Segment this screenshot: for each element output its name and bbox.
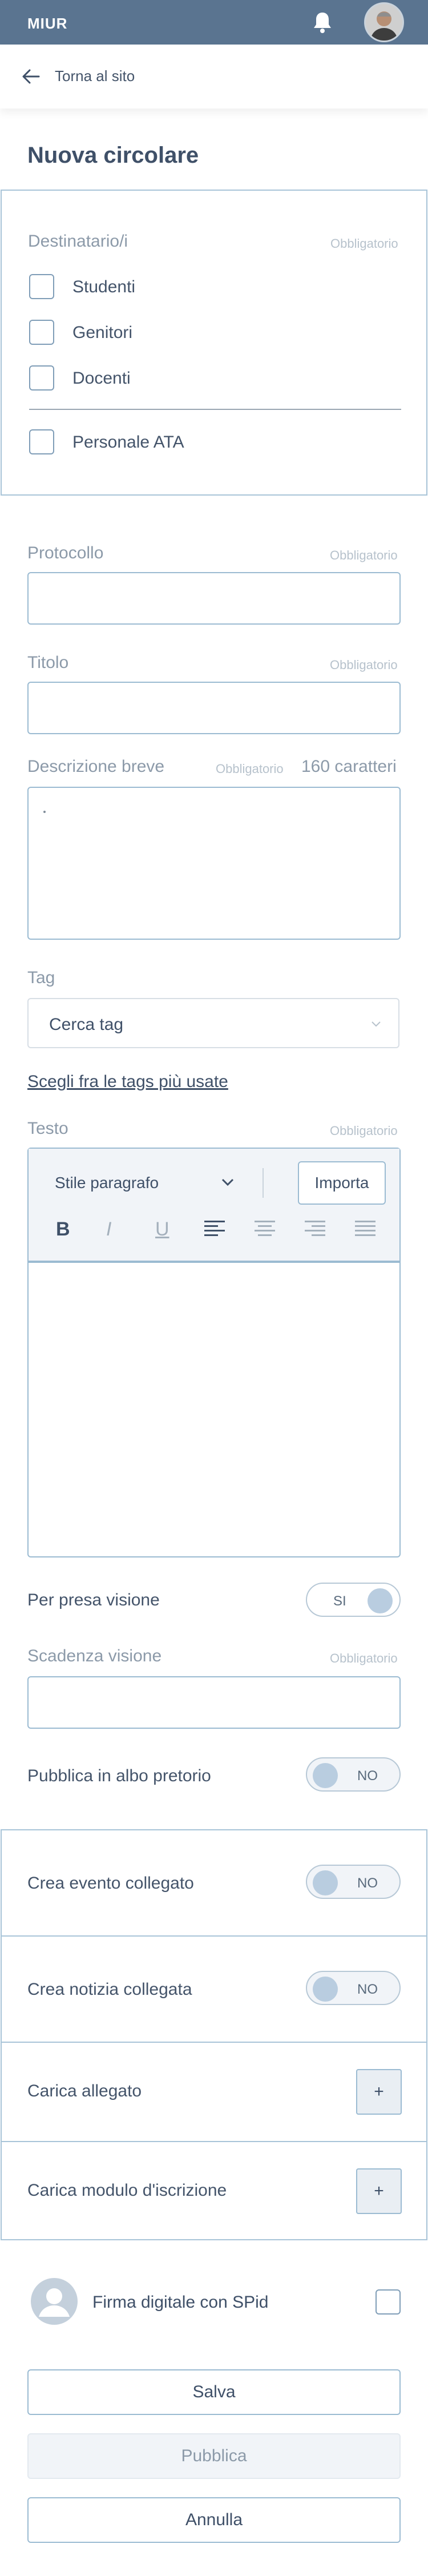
upload-form-button[interactable]: +	[356, 2168, 402, 2214]
required-note: Obbligatorio	[330, 548, 398, 562]
digital-signature-label: Firma digitale con SPid	[92, 2293, 269, 2312]
acknowledge-toggle[interactable]: SI	[306, 1583, 401, 1617]
toggle-state: NO	[357, 1982, 378, 1997]
albo-label: Pubblica in albo pretorio	[27, 1766, 211, 1785]
toggle-knob	[313, 1870, 338, 1895]
cancel-button[interactable]: Annulla	[27, 2497, 401, 2543]
back-nav[interactable]: Torna al sito	[0, 45, 428, 108]
page-title: Nuova circolare	[27, 143, 199, 168]
user-avatar-icon	[31, 2278, 78, 2325]
event-label: Crea evento collegato	[27, 1874, 194, 1893]
digital-signature-checkbox[interactable]	[375, 2289, 401, 2315]
enrollment-form-label: Carica modulo d'iscrizione	[27, 2181, 227, 2200]
recipients-label: Destinatario/i	[28, 232, 128, 251]
brand-label: MIUR	[27, 15, 68, 32]
news-label: Crea notizia collegata	[27, 1980, 192, 1999]
checkbox[interactable]	[29, 365, 54, 391]
import-button[interactable]: Importa	[298, 1161, 386, 1205]
divider	[263, 1168, 264, 1198]
align-left-icon[interactable]	[202, 1215, 227, 1240]
toggle-knob	[313, 1977, 338, 2002]
checkbox[interactable]	[29, 320, 54, 345]
publish-button[interactable]: Pubblica	[27, 2433, 401, 2479]
checkbox[interactable]	[29, 274, 54, 299]
char-counter: 160 caratteri	[301, 757, 397, 776]
required-note: Obbligatorio	[216, 762, 284, 776]
recipient-option-label: Studenti	[72, 277, 136, 296]
description-textarea[interactable]	[27, 787, 401, 940]
required-note: Obbligatorio	[330, 236, 398, 251]
required-note: Obbligatorio	[330, 1651, 398, 1665]
recipient-option-label: Genitori	[72, 323, 133, 342]
recipients-box: Destinatario/i Obbligatorio Studenti Gen…	[1, 190, 427, 496]
divider	[29, 409, 401, 410]
event-toggle[interactable]: NO	[306, 1865, 401, 1899]
chevron-down-icon[interactable]	[220, 1176, 235, 1189]
required-note: Obbligatorio	[330, 1124, 398, 1138]
text-cursor	[43, 811, 46, 813]
recipient-option-label: Personale ATA	[72, 433, 184, 452]
underline-icon[interactable]: U	[155, 1218, 169, 1241]
acknowledge-label: Per presa visione	[27, 1591, 160, 1609]
title-input[interactable]	[27, 682, 401, 734]
top-bar: MIUR	[0, 0, 428, 45]
text-label: Testo	[27, 1119, 68, 1138]
tag-select[interactable]: Cerca tag	[27, 998, 399, 1048]
required-note: Obbligatorio	[330, 658, 398, 672]
align-right-icon[interactable]	[302, 1215, 328, 1240]
tag-select-value: Cerca tag	[49, 1015, 124, 1034]
arrow-left-icon[interactable]	[21, 66, 41, 87]
save-button[interactable]: Salva	[27, 2369, 401, 2415]
align-justify-icon[interactable]	[353, 1215, 378, 1240]
news-toggle[interactable]: NO	[306, 1971, 401, 2005]
toggle-state: SI	[333, 1593, 346, 1609]
align-center-icon[interactable]	[252, 1215, 277, 1240]
attachment-label: Carica allegato	[27, 2082, 142, 2100]
recipient-option-label: Docenti	[72, 369, 131, 388]
toggle-knob	[313, 1763, 338, 1788]
protocol-label: Protocollo	[27, 544, 104, 562]
popular-tags-link[interactable]: Scegli fra le tags più usate	[27, 1072, 228, 1092]
divider	[1, 2141, 427, 2142]
rich-text-editor[interactable]: Stile paragrafo Importa B I U	[27, 1148, 401, 1557]
albo-toggle[interactable]: NO	[306, 1757, 401, 1792]
description-label: Descrizione breve	[27, 757, 165, 776]
upload-attachment-button[interactable]: +	[356, 2069, 402, 2115]
divider	[1, 1935, 427, 1937]
title-label: Titolo	[27, 653, 69, 672]
protocol-input[interactable]	[27, 572, 401, 625]
back-link-label[interactable]: Torna al sito	[55, 67, 135, 85]
tag-label: Tag	[27, 968, 55, 987]
chevron-down-icon	[370, 1017, 382, 1030]
avatar[interactable]	[364, 2, 404, 42]
toggle-state: NO	[357, 1875, 378, 1891]
divider	[1, 2042, 427, 2043]
toggle-knob	[368, 1588, 393, 1613]
toggle-state: NO	[357, 1768, 378, 1784]
bold-icon[interactable]: B	[56, 1218, 70, 1241]
paragraph-style-select[interactable]: Stile paragrafo	[55, 1174, 159, 1192]
italic-icon[interactable]: I	[106, 1218, 111, 1241]
editor-toolbar: Stile paragrafo Importa B I U	[29, 1149, 399, 1263]
deadline-input[interactable]	[27, 1676, 401, 1729]
deadline-label: Scadenza visione	[27, 1647, 162, 1665]
bell-icon[interactable]	[308, 8, 337, 37]
checkbox[interactable]	[29, 429, 54, 454]
